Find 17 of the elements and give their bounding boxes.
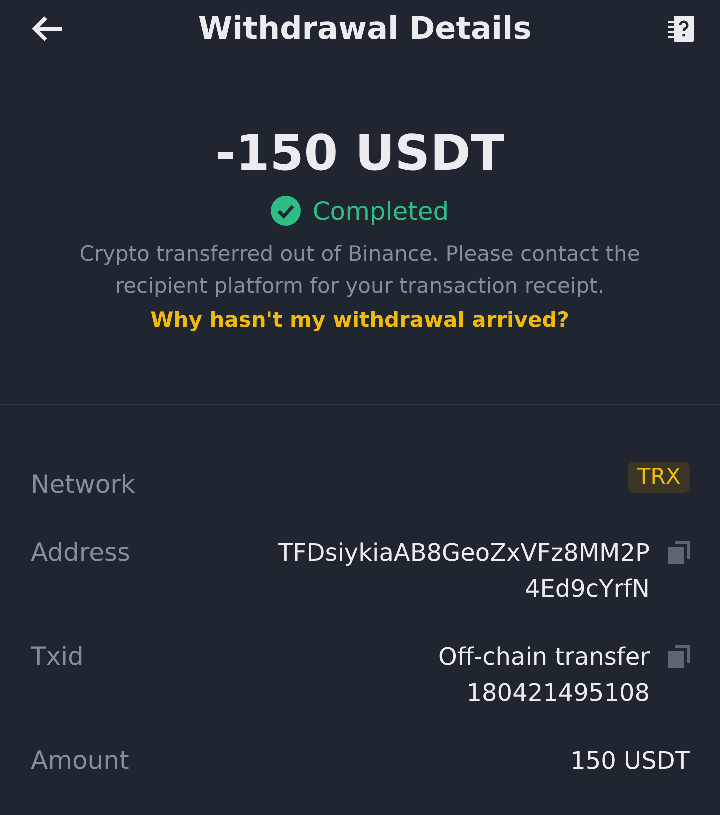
detail-value: TFDsiykiaAB8GeoZxVFz8MM2P (278, 538, 650, 569)
withdrawal-amount: -150 USDT (216, 124, 504, 184)
description-text: Crypto transferred out of Binance. Please contact the recipient platform for your transaction receipt. (78, 241, 642, 300)
detail-value: 150 USDT (570, 746, 690, 777)
status-label: Completed (312, 196, 450, 226)
detail-value: 4Ed9cYrfN (524, 574, 650, 605)
detail-label: Network (31, 469, 136, 501)
back-arrow-icon[interactable] (32, 16, 64, 42)
detail-value: 180421495108 (466, 678, 650, 709)
detail-label: Address (31, 537, 131, 569)
help-document-icon[interactable] (666, 14, 696, 44)
network-tag: TRX (628, 462, 690, 493)
detail-label: Txid (31, 641, 84, 673)
page-title: Withdrawal Details (198, 11, 532, 47)
help-link[interactable]: Why hasn't my withdrawal arrived? (150, 302, 570, 338)
detail-label: Amount (31, 745, 130, 777)
detail-value: Off-chain transfer (438, 642, 650, 673)
